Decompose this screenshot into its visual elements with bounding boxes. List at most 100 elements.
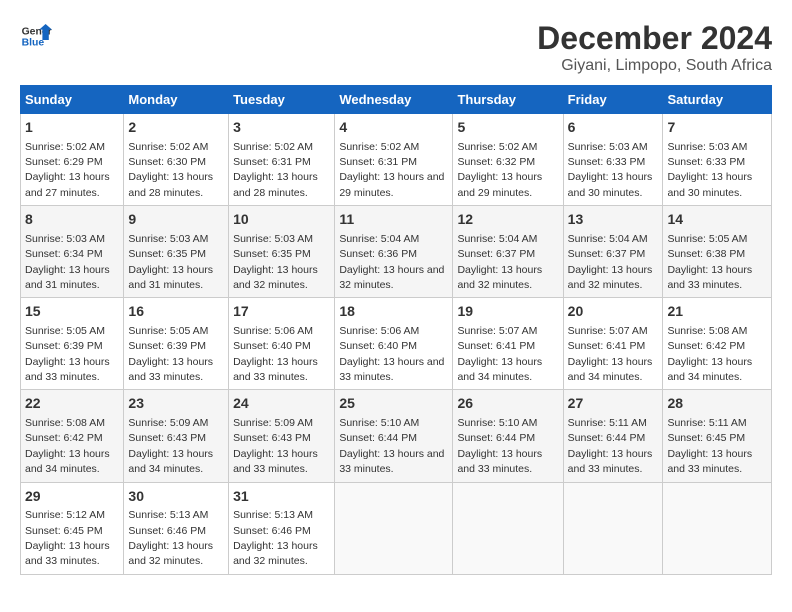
- day-cell-3: 3 Sunrise: 5:02 AMSunset: 6:31 PMDayligh…: [229, 114, 335, 206]
- day-cell-2: 2 Sunrise: 5:02 AMSunset: 6:30 PMDayligh…: [124, 114, 229, 206]
- svg-text:Blue: Blue: [22, 38, 45, 49]
- day-number: 9: [128, 210, 224, 230]
- day-cell-12: 12 Sunrise: 5:04 AMSunset: 6:37 PMDaylig…: [453, 206, 563, 298]
- day-cell-29: 29 Sunrise: 5:12 AMSunset: 6:45 PMDaylig…: [21, 482, 124, 574]
- day-info: Sunrise: 5:03 AMSunset: 6:33 PMDaylight:…: [568, 141, 653, 199]
- day-number: 10: [233, 210, 330, 230]
- day-info: Sunrise: 5:04 AMSunset: 6:37 PMDaylight:…: [457, 233, 542, 291]
- day-info: Sunrise: 5:09 AMSunset: 6:43 PMDaylight:…: [233, 417, 318, 475]
- day-number: 2: [128, 118, 224, 138]
- day-info: Sunrise: 5:10 AMSunset: 6:44 PMDaylight:…: [339, 417, 444, 475]
- day-number: 21: [667, 302, 767, 322]
- day-number: 19: [457, 302, 558, 322]
- day-cell-16: 16 Sunrise: 5:05 AMSunset: 6:39 PMDaylig…: [124, 298, 229, 390]
- week-row-3: 15 Sunrise: 5:05 AMSunset: 6:39 PMDaylig…: [21, 298, 772, 390]
- day-info: Sunrise: 5:11 AMSunset: 6:44 PMDaylight:…: [568, 417, 653, 475]
- day-cell-13: 13 Sunrise: 5:04 AMSunset: 6:37 PMDaylig…: [563, 206, 663, 298]
- day-info: Sunrise: 5:07 AMSunset: 6:41 PMDaylight:…: [568, 325, 653, 383]
- day-number: 13: [568, 210, 659, 230]
- day-number: 26: [457, 394, 558, 414]
- header-cell-tuesday: Tuesday: [229, 86, 335, 114]
- day-number: 24: [233, 394, 330, 414]
- day-info: Sunrise: 5:02 AMSunset: 6:31 PMDaylight:…: [233, 141, 318, 199]
- day-info: Sunrise: 5:04 AMSunset: 6:37 PMDaylight:…: [568, 233, 653, 291]
- empty-cell: [335, 482, 453, 574]
- day-cell-25: 25 Sunrise: 5:10 AMSunset: 6:44 PMDaylig…: [335, 390, 453, 482]
- day-cell-7: 7 Sunrise: 5:03 AMSunset: 6:33 PMDayligh…: [663, 114, 772, 206]
- day-number: 23: [128, 394, 224, 414]
- header-cell-friday: Friday: [563, 86, 663, 114]
- day-cell-9: 9 Sunrise: 5:03 AMSunset: 6:35 PMDayligh…: [124, 206, 229, 298]
- day-info: Sunrise: 5:06 AMSunset: 6:40 PMDaylight:…: [233, 325, 318, 383]
- day-cell-15: 15 Sunrise: 5:05 AMSunset: 6:39 PMDaylig…: [21, 298, 124, 390]
- day-number: 12: [457, 210, 558, 230]
- day-cell-1: 1 Sunrise: 5:02 AMSunset: 6:29 PMDayligh…: [21, 114, 124, 206]
- day-cell-20: 20 Sunrise: 5:07 AMSunset: 6:41 PMDaylig…: [563, 298, 663, 390]
- day-info: Sunrise: 5:02 AMSunset: 6:31 PMDaylight:…: [339, 141, 444, 199]
- day-cell-8: 8 Sunrise: 5:03 AMSunset: 6:34 PMDayligh…: [21, 206, 124, 298]
- day-info: Sunrise: 5:03 AMSunset: 6:34 PMDaylight:…: [25, 233, 110, 291]
- empty-cell: [563, 482, 663, 574]
- day-cell-22: 22 Sunrise: 5:08 AMSunset: 6:42 PMDaylig…: [21, 390, 124, 482]
- day-cell-4: 4 Sunrise: 5:02 AMSunset: 6:31 PMDayligh…: [335, 114, 453, 206]
- day-info: Sunrise: 5:12 AMSunset: 6:45 PMDaylight:…: [25, 509, 110, 567]
- day-number: 25: [339, 394, 448, 414]
- day-info: Sunrise: 5:13 AMSunset: 6:46 PMDaylight:…: [233, 509, 318, 567]
- day-cell-27: 27 Sunrise: 5:11 AMSunset: 6:44 PMDaylig…: [563, 390, 663, 482]
- logo: General Blue: [20, 20, 52, 52]
- day-number: 4: [339, 118, 448, 138]
- day-number: 1: [25, 118, 119, 138]
- day-info: Sunrise: 5:02 AMSunset: 6:32 PMDaylight:…: [457, 141, 542, 199]
- header-cell-saturday: Saturday: [663, 86, 772, 114]
- day-number: 30: [128, 487, 224, 507]
- header-row: SundayMondayTuesdayWednesdayThursdayFrid…: [21, 86, 772, 114]
- day-cell-31: 31 Sunrise: 5:13 AMSunset: 6:46 PMDaylig…: [229, 482, 335, 574]
- day-cell-17: 17 Sunrise: 5:06 AMSunset: 6:40 PMDaylig…: [229, 298, 335, 390]
- day-number: 14: [667, 210, 767, 230]
- day-info: Sunrise: 5:08 AMSunset: 6:42 PMDaylight:…: [667, 325, 752, 383]
- day-info: Sunrise: 5:09 AMSunset: 6:43 PMDaylight:…: [128, 417, 213, 475]
- day-info: Sunrise: 5:02 AMSunset: 6:29 PMDaylight:…: [25, 141, 110, 199]
- day-info: Sunrise: 5:06 AMSunset: 6:40 PMDaylight:…: [339, 325, 444, 383]
- week-row-4: 22 Sunrise: 5:08 AMSunset: 6:42 PMDaylig…: [21, 390, 772, 482]
- empty-cell: [663, 482, 772, 574]
- day-number: 31: [233, 487, 330, 507]
- day-cell-18: 18 Sunrise: 5:06 AMSunset: 6:40 PMDaylig…: [335, 298, 453, 390]
- day-cell-11: 11 Sunrise: 5:04 AMSunset: 6:36 PMDaylig…: [335, 206, 453, 298]
- day-info: Sunrise: 5:03 AMSunset: 6:35 PMDaylight:…: [233, 233, 318, 291]
- day-cell-24: 24 Sunrise: 5:09 AMSunset: 6:43 PMDaylig…: [229, 390, 335, 482]
- day-info: Sunrise: 5:05 AMSunset: 6:39 PMDaylight:…: [25, 325, 110, 383]
- day-cell-23: 23 Sunrise: 5:09 AMSunset: 6:43 PMDaylig…: [124, 390, 229, 482]
- day-number: 22: [25, 394, 119, 414]
- day-info: Sunrise: 5:05 AMSunset: 6:39 PMDaylight:…: [128, 325, 213, 383]
- day-number: 20: [568, 302, 659, 322]
- day-number: 7: [667, 118, 767, 138]
- day-info: Sunrise: 5:04 AMSunset: 6:36 PMDaylight:…: [339, 233, 444, 291]
- day-cell-6: 6 Sunrise: 5:03 AMSunset: 6:33 PMDayligh…: [563, 114, 663, 206]
- day-number: 28: [667, 394, 767, 414]
- page-subtitle: Giyani, Limpopo, South Africa: [537, 57, 772, 75]
- header-cell-thursday: Thursday: [453, 86, 563, 114]
- day-cell-14: 14 Sunrise: 5:05 AMSunset: 6:38 PMDaylig…: [663, 206, 772, 298]
- day-cell-10: 10 Sunrise: 5:03 AMSunset: 6:35 PMDaylig…: [229, 206, 335, 298]
- week-row-2: 8 Sunrise: 5:03 AMSunset: 6:34 PMDayligh…: [21, 206, 772, 298]
- day-info: Sunrise: 5:10 AMSunset: 6:44 PMDaylight:…: [457, 417, 542, 475]
- week-row-5: 29 Sunrise: 5:12 AMSunset: 6:45 PMDaylig…: [21, 482, 772, 574]
- title-area: December 2024 Giyani, Limpopo, South Afr…: [537, 20, 772, 75]
- day-cell-21: 21 Sunrise: 5:08 AMSunset: 6:42 PMDaylig…: [663, 298, 772, 390]
- day-cell-30: 30 Sunrise: 5:13 AMSunset: 6:46 PMDaylig…: [124, 482, 229, 574]
- day-number: 27: [568, 394, 659, 414]
- day-number: 18: [339, 302, 448, 322]
- day-cell-28: 28 Sunrise: 5:11 AMSunset: 6:45 PMDaylig…: [663, 390, 772, 482]
- day-number: 16: [128, 302, 224, 322]
- day-number: 17: [233, 302, 330, 322]
- day-cell-26: 26 Sunrise: 5:10 AMSunset: 6:44 PMDaylig…: [453, 390, 563, 482]
- day-info: Sunrise: 5:11 AMSunset: 6:45 PMDaylight:…: [667, 417, 752, 475]
- day-number: 3: [233, 118, 330, 138]
- header-cell-sunday: Sunday: [21, 86, 124, 114]
- day-number: 11: [339, 210, 448, 230]
- day-info: Sunrise: 5:08 AMSunset: 6:42 PMDaylight:…: [25, 417, 110, 475]
- day-info: Sunrise: 5:03 AMSunset: 6:35 PMDaylight:…: [128, 233, 213, 291]
- day-number: 8: [25, 210, 119, 230]
- header-cell-wednesday: Wednesday: [335, 86, 453, 114]
